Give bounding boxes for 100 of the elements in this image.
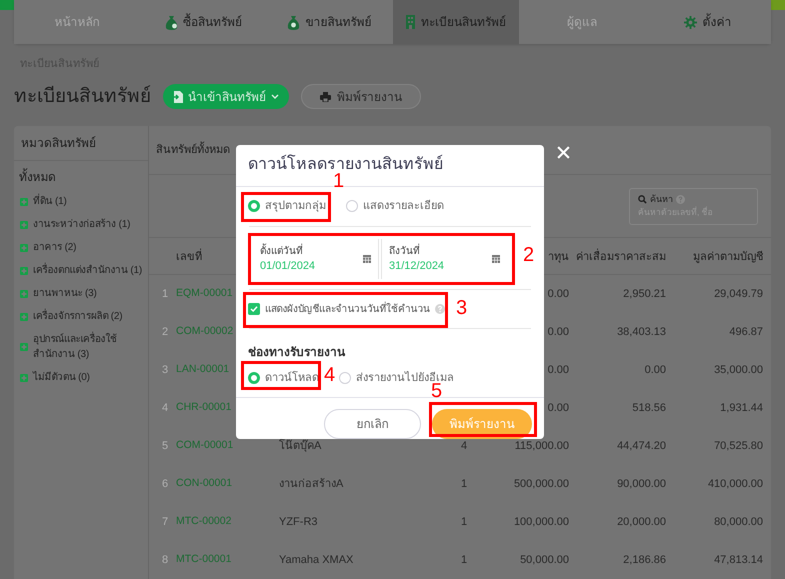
table-cell-text: โน๊ตบุ๊คA: [279, 438, 322, 454]
table-cell-text: 90,000.00: [617, 477, 666, 492]
table-cell-text: 500,000.00: [514, 477, 569, 492]
plus-square-icon: [20, 244, 28, 252]
table-title: สินทรัพย์ทั้งหมด: [156, 142, 230, 158]
radio-option[interactable]: ดาวน์โหลด: [248, 370, 319, 386]
table-cell-text: 1: [460, 553, 468, 568]
table-cell-text: 3: [160, 363, 170, 378]
radio-button[interactable]: [346, 200, 358, 212]
radio-option[interactable]: สรุปตามกลุ่ม: [248, 198, 326, 215]
category-item[interactable]: ที่ดิน (1): [20, 194, 148, 209]
import-button[interactable]: นำเข้าสินทรัพย์: [163, 84, 289, 110]
table-cell-text: 20,000.00: [617, 515, 666, 530]
table-cell-text: 0.00: [548, 363, 569, 378]
date-field[interactable]: ตั้งแต่วันที่ 01/01/2024: [253, 239, 379, 279]
table-cell-text: 518.56: [632, 401, 666, 416]
plus-square-icon: [20, 290, 28, 298]
plus-square-icon: [20, 374, 28, 382]
category-item[interactable]: ทั้งหมด: [19, 168, 148, 186]
print-report-button[interactable]: พิมพ์รายงาน: [432, 409, 532, 439]
table-cell-text: 1,931.44: [720, 401, 763, 416]
table-cell-text: งานก่อสร้างA: [279, 477, 344, 492]
calendar-icon: [363, 254, 371, 263]
table-cell-text: 4: [160, 401, 170, 416]
print-report-button[interactable]: พิมพ์รายงาน: [301, 84, 421, 110]
table-cell-text: 44,474.20: [617, 439, 666, 454]
nav-tab[interactable]: ขายสินทรัพย์: [266, 0, 393, 44]
category-item[interactable]: เครื่องจักรการผลิต (2): [20, 309, 148, 324]
category-item[interactable]: เครื่องตกแต่งสำนักงาน (1): [20, 263, 148, 278]
money-bag-icon: [164, 14, 178, 30]
plus-square-icon: [20, 198, 28, 206]
annotation-number: 2: [523, 244, 534, 266]
table-cell-text: 496.87: [729, 325, 763, 340]
category-item[interactable]: ยานพาหนะ (3): [20, 286, 148, 301]
table-cell-text: 0.00: [548, 287, 569, 302]
column-header: มูลค่าตามบัญชี: [693, 250, 763, 265]
chevron-down-icon: [271, 94, 279, 100]
nav-tab[interactable]: ซื้อสินทรัพย์: [140, 0, 266, 44]
checkbox-label[interactable]: แสดงผังบัญชีและจำนวนวันที่ใช้คำนวน: [265, 302, 430, 316]
column-header: ค่าเสื่อมราคาสะสม: [576, 249, 666, 266]
table-cell-text: 47,813.14: [714, 553, 763, 568]
page-title: ทะเบียนสินทรัพย์: [14, 84, 151, 108]
radio-button[interactable]: [248, 200, 260, 212]
plus-square-icon: [20, 312, 28, 320]
search-icon: [638, 194, 647, 204]
category-item[interactable]: งานระหว่างก่อสร้าง (1): [20, 217, 148, 232]
table-cell-text: 2: [160, 325, 170, 340]
money-bag-icon: [287, 14, 300, 30]
radio-button[interactable]: [248, 372, 260, 384]
table-cell-text: 410,000.00: [708, 477, 763, 492]
nav-tab[interactable]: ตั้งค่า: [644, 0, 772, 44]
search-label: ค้นหา: [650, 192, 673, 206]
category-item[interactable]: อุปกรณ์และเครื่องใช้สำนักงาน (3): [20, 332, 148, 362]
category-item[interactable]: อาคาร (2): [20, 240, 148, 255]
help-icon: [676, 194, 685, 204]
radio-option[interactable]: แสดงรายละเอียด: [346, 198, 444, 215]
cancel-button[interactable]: ยกเลิก: [324, 409, 421, 439]
table-cell-text: 5: [160, 439, 170, 454]
column-header: าทุน: [548, 250, 569, 265]
table-cell-text: 35,000.00: [714, 363, 763, 378]
table-cell-text: 7: [160, 515, 170, 530]
date-field[interactable]: ถึงวันที่ 31/12/2024: [381, 239, 507, 279]
radio-button[interactable]: [339, 372, 351, 384]
table-cell-text: 8: [160, 553, 170, 568]
column-header: เลขที่: [176, 249, 202, 266]
plus-square-icon: [20, 266, 28, 274]
annotation-number: 3: [456, 297, 468, 319]
plus-square-icon: [20, 220, 28, 228]
building-icon: [405, 15, 416, 29]
settings-icon: [684, 16, 698, 28]
close-icon[interactable]: [556, 145, 571, 160]
table-cell-text: 29,049.79: [714, 287, 763, 302]
table-cell-text: 2,186.86: [623, 553, 666, 568]
table-cell-text: Yamaha XMAX: [279, 553, 354, 568]
table-cell-text: 0.00: [548, 401, 569, 416]
file-import-icon: [173, 90, 183, 103]
table-cell-text: 6: [160, 477, 170, 492]
sidebar-title: หมวดสินทรัพย์: [21, 135, 96, 152]
table-cell-text: 50,000.00: [520, 553, 569, 568]
table-cell-text: 0.00: [548, 325, 569, 340]
table-cell-text: 0.00: [644, 363, 666, 378]
table-cell-text: 4: [460, 439, 468, 454]
table-cell-text: 1: [460, 477, 468, 492]
table-cell-text: 1: [160, 287, 170, 302]
calendar-icon: [492, 254, 500, 263]
nav-tab[interactable]: ทะเบียนสินทรัพย์: [392, 0, 519, 44]
checkbox[interactable]: [248, 303, 260, 315]
table-cell-text: 38,403.13: [617, 325, 666, 340]
help-icon: [435, 304, 446, 314]
table-cell-text: 1: [460, 515, 468, 530]
section-label: ช่องทางรับรายงาน: [248, 345, 345, 360]
table-cell-text: 70,525.80: [714, 439, 763, 454]
annotation-number: 5: [431, 380, 442, 402]
plus-square-icon: [20, 343, 28, 351]
category-item[interactable]: ไม่มีตัวตน (0): [20, 370, 148, 385]
table-cell-text: 100,000.00: [514, 515, 569, 530]
annotation-number: 4: [324, 364, 336, 386]
table-cell-text: YZF-R3: [279, 515, 318, 530]
table-cell-text: 115,000.00: [514, 439, 569, 454]
table-cell-text: 2,950.21: [623, 287, 666, 302]
